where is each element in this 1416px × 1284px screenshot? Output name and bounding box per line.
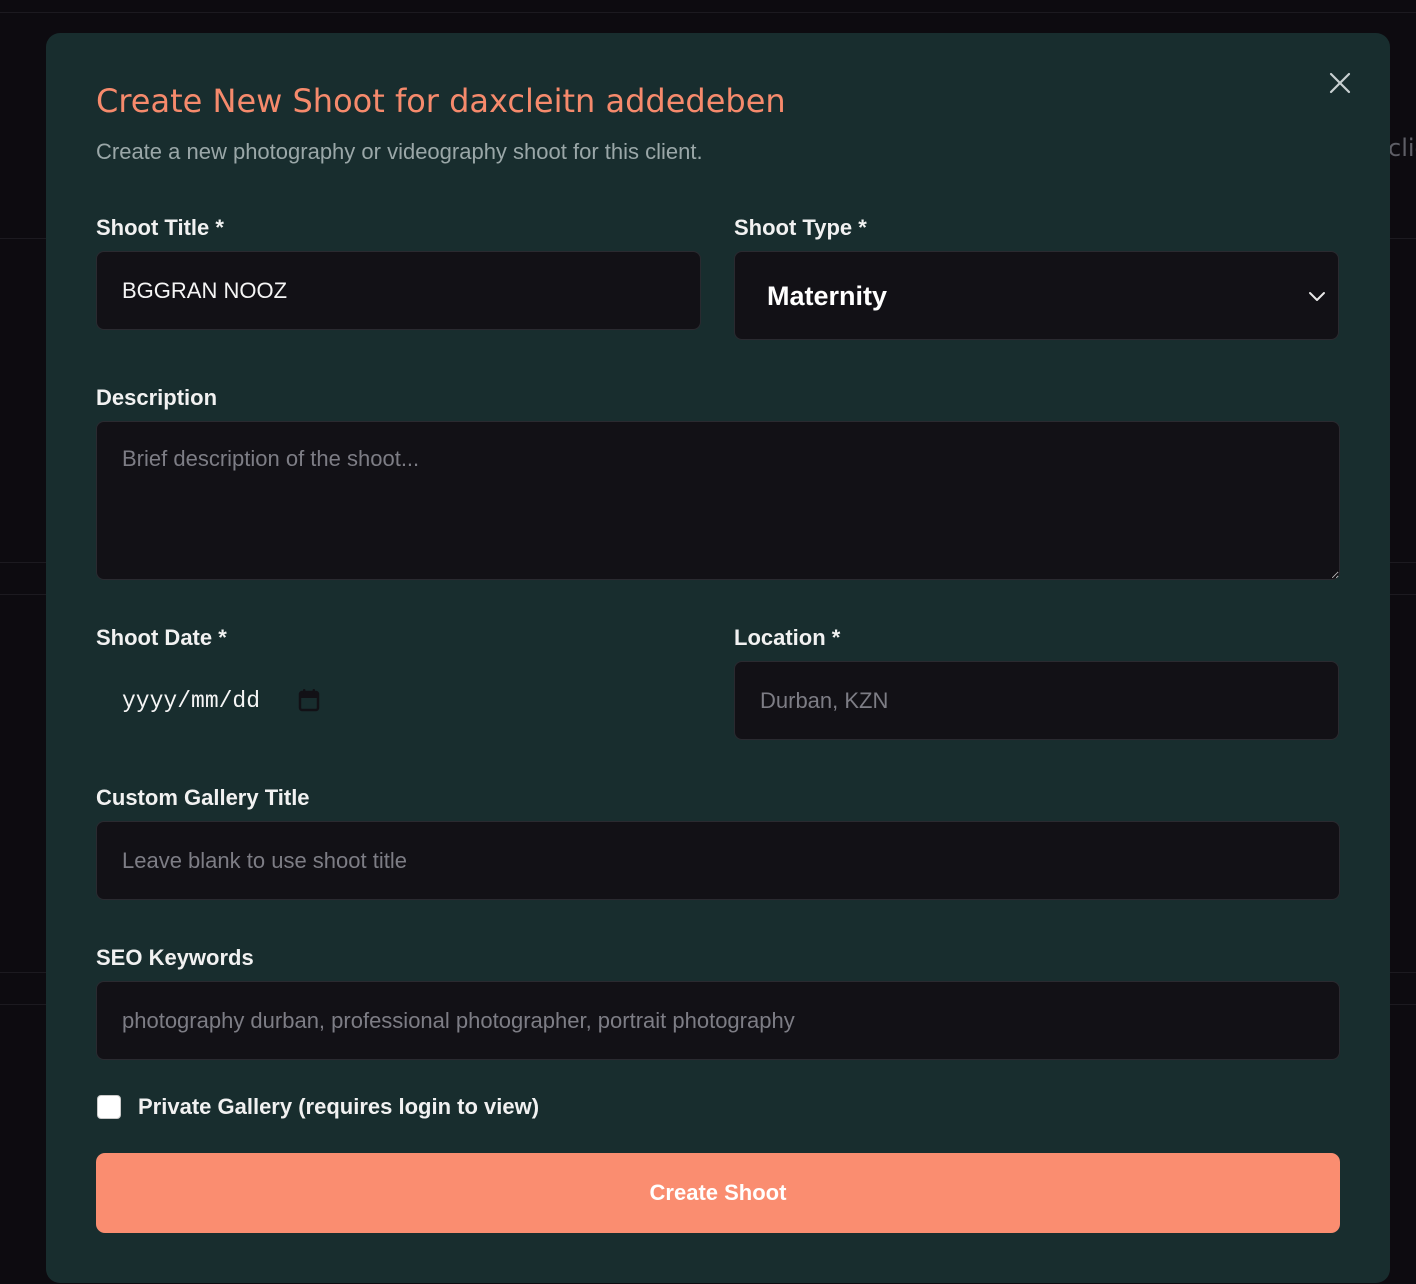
create-shoot-dialog: Create New Shoot for daxcleitn addedeben… <box>46 33 1390 1283</box>
shoot-date-label: Shoot Date * <box>96 625 227 650</box>
chevron-down-icon <box>1309 292 1325 301</box>
private-gallery-checkbox[interactable] <box>97 1095 121 1119</box>
description-textarea[interactable] <box>96 421 1340 580</box>
shoot-type-label: Shoot Type * <box>734 215 867 240</box>
description-label: Description <box>96 385 218 410</box>
calendar-icon[interactable] <box>298 688 320 712</box>
shoot-type-selected-value: Maternity <box>767 281 888 311</box>
close-button[interactable] <box>1324 67 1356 99</box>
dialog-subtitle: Create a new photography or videography … <box>96 139 703 164</box>
private-gallery-label[interactable]: Private Gallery (requires login to view) <box>138 1091 539 1123</box>
location-input[interactable] <box>734 661 1339 740</box>
shoot-title-input[interactable] <box>96 251 701 330</box>
dialog-title: Create New Shoot for daxcleitn addedeben <box>96 82 786 120</box>
shoot-type-select[interactable]: Maternity <box>734 251 1339 340</box>
gallery-title-input[interactable] <box>96 821 1340 900</box>
location-label: Location * <box>734 625 841 650</box>
background-text: clie <box>1388 134 1416 162</box>
seo-keywords-input[interactable] <box>96 981 1340 1060</box>
seo-keywords-label: SEO Keywords <box>96 945 254 970</box>
close-icon <box>1329 72 1351 94</box>
shoot-date-format: yyyy/mm/dd <box>122 688 261 714</box>
background-divider <box>0 12 1416 13</box>
gallery-title-label: Custom Gallery Title <box>96 785 310 810</box>
shoot-title-label: Shoot Title * <box>96 215 224 240</box>
create-shoot-button[interactable]: Create Shoot <box>96 1153 1340 1233</box>
shoot-date-input[interactable]: yyyy/mm/dd <box>96 661 700 741</box>
